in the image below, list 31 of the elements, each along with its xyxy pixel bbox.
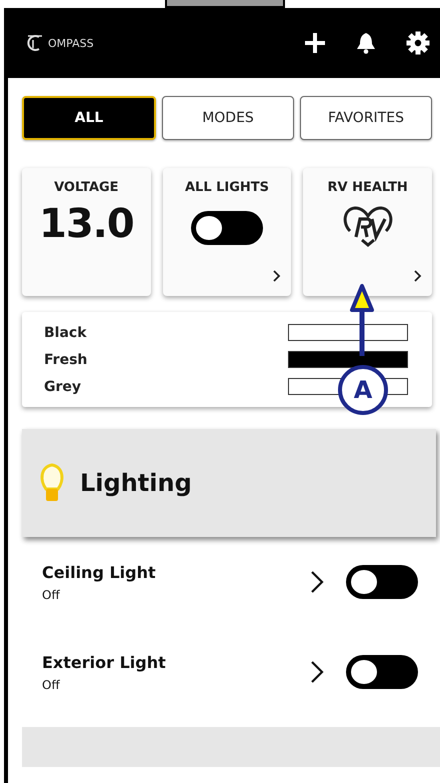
chevron-right-icon[interactable]	[310, 660, 324, 684]
tile-title: ALL LIGHTS	[184, 180, 270, 195]
light-name: Exterior Light	[42, 652, 167, 672]
chevron-right-icon[interactable]	[273, 270, 282, 282]
dashboard-tile[interactable]: ALL LIGHTS	[162, 168, 292, 296]
chevron-right-icon[interactable]	[310, 570, 324, 594]
toggle-switch[interactable]	[346, 565, 418, 599]
logo-text: OMPASS	[48, 36, 94, 50]
voltage-value: 13.0	[38, 201, 134, 247]
tile-title: RV HEALTH	[328, 180, 408, 195]
light-name: Ceiling Light	[42, 562, 157, 582]
filter-tab[interactable]: ALL	[22, 96, 156, 140]
tank-label: Fresh	[44, 352, 88, 368]
bell-icon[interactable]	[356, 32, 376, 54]
tank-label: Black	[44, 324, 87, 340]
toggle-switch[interactable]	[346, 655, 418, 689]
section-header[interactable]: Lighting	[22, 429, 436, 537]
filter-tab[interactable]: FAVORITES	[300, 96, 432, 140]
add-icon[interactable]	[304, 32, 326, 54]
light-status: Off	[42, 678, 61, 692]
filter-tab[interactable]: MODES	[162, 96, 294, 140]
section-title: Lighting	[80, 469, 192, 497]
dashboard-tile[interactable]: RV HEALTH	[303, 168, 432, 296]
settings-icon[interactable]	[406, 31, 430, 55]
light-bulb-icon	[40, 463, 64, 503]
tile-title: VOLTAGE	[54, 180, 119, 195]
chevron-right-icon[interactable]	[414, 270, 422, 282]
tank-label: Grey	[44, 378, 82, 394]
dashboard-tile[interactable]: VOLTAGE 13.0	[22, 168, 151, 296]
toggle-switch[interactable]	[191, 211, 263, 245]
light-status: Off	[42, 588, 61, 602]
